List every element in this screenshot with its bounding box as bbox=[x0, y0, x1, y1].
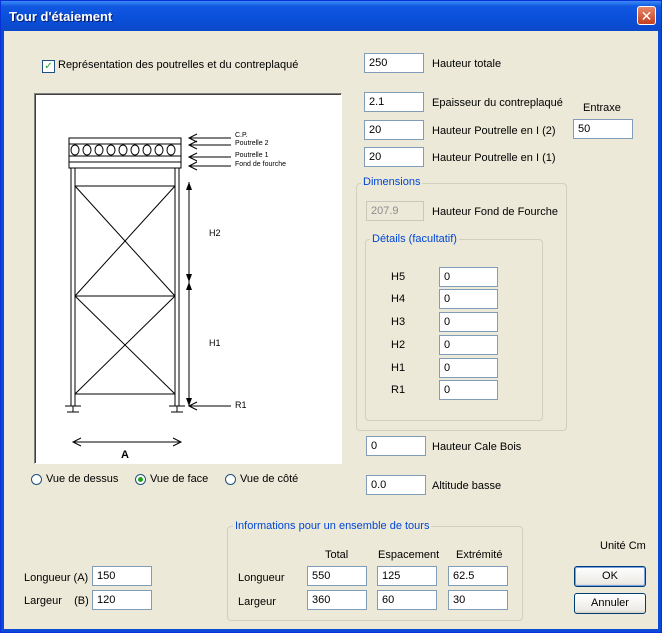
longueur-a-label: Longueur (A) bbox=[24, 572, 89, 584]
ensemble-largeur-espacement[interactable]: 60 bbox=[377, 590, 437, 610]
radio-vue-face-label: Vue de face bbox=[150, 473, 209, 485]
label-h1: H1 bbox=[209, 338, 221, 348]
detail-h5-input[interactable]: 0 bbox=[439, 267, 498, 287]
hauteur-totale-input[interactable]: 250 bbox=[364, 53, 424, 73]
cancel-button[interactable]: Annuler bbox=[574, 593, 646, 614]
detail-h2-input[interactable]: 0 bbox=[439, 335, 498, 355]
detail-h5-label: H5 bbox=[391, 271, 406, 283]
label-h2: H2 bbox=[209, 228, 221, 238]
radio-vue-cote[interactable] bbox=[225, 474, 236, 485]
title-bar[interactable]: Tour d'étaiement ✕ bbox=[1, 1, 661, 31]
ensemble-longueur-label: Longueur bbox=[238, 572, 285, 584]
cale-bois-label: Hauteur Cale Bois bbox=[432, 441, 522, 453]
ensemble-longueur-total[interactable]: 550 bbox=[307, 566, 367, 586]
largeur-b-input[interactable]: 120 bbox=[92, 590, 152, 610]
unit-label: Unité Cm bbox=[600, 540, 646, 552]
label-a: A bbox=[121, 449, 129, 461]
radio-vue-dessus-label: Vue de dessus bbox=[46, 473, 119, 485]
close-icon: ✕ bbox=[640, 8, 653, 24]
header-extremite: Extrémité bbox=[456, 549, 503, 561]
poutrelle2-input[interactable]: 20 bbox=[364, 120, 424, 140]
ensemble-longueur-espacement[interactable]: 125 bbox=[377, 566, 437, 586]
entraxe-input[interactable]: 50 bbox=[573, 119, 633, 139]
largeur-b-label: Largeur (B) bbox=[24, 595, 89, 607]
entraxe-label: Entraxe bbox=[583, 102, 621, 114]
hauteur-totale-label: Hauteur totale bbox=[432, 58, 502, 70]
poutrelle-ellipses bbox=[70, 144, 176, 156]
tower-diagram: C.P. Poutrelle 2 Poutrelle 1 Fond de fou… bbox=[34, 93, 342, 464]
detail-r1-label: R1 bbox=[391, 384, 406, 396]
label-fond: Fond de fourche bbox=[235, 161, 286, 168]
label-r1: R1 bbox=[235, 400, 247, 410]
detail-r1-input[interactable]: 0 bbox=[439, 380, 498, 400]
detail-h1-input[interactable]: 0 bbox=[439, 358, 498, 378]
header-total: Total bbox=[325, 549, 349, 561]
epaisseur-input[interactable]: 2.1 bbox=[364, 92, 424, 112]
ensemble-title: Informations pour un ensemble de tours bbox=[233, 520, 432, 532]
ensemble-largeur-label: Largeur bbox=[238, 596, 276, 608]
ensemble-longueur-extremite[interactable]: 62.5 bbox=[448, 566, 508, 586]
cale-bois-input[interactable]: 0 bbox=[366, 436, 426, 456]
detail-h3-input[interactable]: 0 bbox=[439, 312, 498, 332]
radio-vue-dessus[interactable] bbox=[31, 474, 42, 485]
details-title: Détails (facultatif) bbox=[370, 233, 459, 245]
plywood-shape bbox=[68, 137, 182, 145]
ok-button[interactable]: OK bbox=[574, 566, 646, 587]
poutrelle1-input[interactable]: 20 bbox=[364, 147, 424, 167]
ensemble-largeur-total[interactable]: 360 bbox=[307, 590, 367, 610]
label-poutrelle1: Poutrelle 1 bbox=[235, 152, 269, 159]
altitude-input[interactable]: 0.0 bbox=[366, 475, 426, 495]
longueur-a-input[interactable]: 150 bbox=[92, 566, 152, 586]
fond-fourche-label: Hauteur Fond de Fourche bbox=[432, 206, 558, 218]
detail-h4-label: H4 bbox=[391, 293, 406, 305]
tower-drawing: C.P. Poutrelle 2 Poutrelle 1 Fond de fou… bbox=[65, 132, 286, 461]
label-poutrelle2: Poutrelle 2 bbox=[235, 140, 269, 147]
epaisseur-label: Epaisseur du contreplaqué bbox=[432, 97, 563, 109]
dimensions-title: Dimensions bbox=[361, 176, 423, 188]
detail-h1-label: H1 bbox=[391, 362, 406, 374]
altitude-label: Altitude basse bbox=[432, 480, 502, 492]
header-espacement: Espacement bbox=[378, 549, 440, 561]
poutrelle1-label: Hauteur Poutrelle en I (1) bbox=[432, 152, 556, 164]
dialog-client-area: ✓ Représentation des poutrelles et du co… bbox=[4, 31, 658, 629]
close-button[interactable]: ✕ bbox=[637, 6, 656, 25]
detail-h2-label: H2 bbox=[391, 339, 406, 351]
radio-vue-face[interactable] bbox=[135, 474, 146, 485]
representation-label: Représentation des poutrelles et du cont… bbox=[58, 59, 299, 71]
radio-vue-cote-label: Vue de côté bbox=[240, 473, 299, 485]
label-cp: C.P. bbox=[235, 132, 248, 139]
dialog-window: Tour d'étaiement ✕ ✓ Représentation des … bbox=[0, 0, 662, 633]
fond-fourche-input: 207.9 bbox=[366, 201, 424, 221]
detail-h4-input[interactable]: 0 bbox=[439, 289, 498, 309]
detail-h3-label: H3 bbox=[391, 316, 406, 328]
ensemble-largeur-extremite[interactable]: 30 bbox=[448, 590, 508, 610]
representation-checkbox[interactable]: ✓ bbox=[42, 60, 55, 73]
poutrelle2-label: Hauteur Poutrelle en I (2) bbox=[432, 125, 556, 137]
window-title: Tour d'étaiement bbox=[9, 9, 113, 24]
